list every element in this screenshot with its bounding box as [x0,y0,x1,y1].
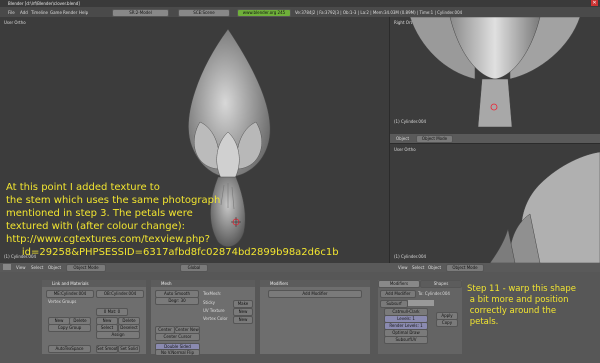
modifier-toggle-icons[interactable] [408,300,434,306]
flower-side-model [409,17,581,127]
uv-texture-label: UV Texture [203,308,225,313]
view-type-icon[interactable] [3,264,11,270]
mode-selector-2[interactable]: Object Mode [446,264,484,272]
right-view-header: Object Object Mode [390,134,600,143]
window-title: Blender [d:\lrf\Blender\clover.blend] [8,1,80,6]
select-menu[interactable]: Select [31,265,43,270]
subsurf-header[interactable]: Subsurf [380,300,408,308]
modifier-target-label: To: Cylinder.004 [418,291,450,296]
title-bar: Blender [d:\lrf\Blender\clover.blend] ✕ [0,0,600,7]
set-smooth-button[interactable]: Set Smooth [96,345,118,353]
center-cursor-button[interactable]: Center Cursor [155,333,200,341]
assign-button[interactable]: Assign [96,331,140,339]
mesh-name-field[interactable]: ME:Cylinder.004 [46,290,94,298]
add-modifier-button[interactable]: Add Modifier [268,290,362,298]
mesh-panel: Mesh Auto Smooth Degr: 30 TexMesh: Stick… [151,280,255,356]
buttons-window: Link and Materials ME:Cylinder.004 OB:Cy… [0,272,600,363]
object-menu[interactable]: Object [48,265,61,270]
menu-item-render[interactable]: Render [63,10,77,15]
add-modifier-dropdown[interactable]: Add Modifier [380,290,416,298]
menu-item-add[interactable]: Add [20,10,28,15]
menu-item-timeline[interactable]: Timeline [31,10,48,15]
view3d-header: View Select Object Object Mode Global Vi… [0,263,600,272]
material-index-field[interactable]: 0 Mat: 0 [96,308,128,316]
mode-selector[interactable]: Object Mode [66,264,106,272]
right-viewport[interactable]: Right Ortho (1) Cylinder.004 [390,17,600,134]
petal-closeup-model [489,151,600,263]
panel-title: Mesh [151,280,255,287]
subsurf-uv-toggle[interactable]: SubsurfUV [384,336,428,344]
mode-selector[interactable]: Object Mode [416,135,453,143]
panel-title: Link and Materials [42,280,146,287]
modifiers-panel: Modifiers Add Modifier [260,280,370,354]
autotexspace-button[interactable]: AutoTexSpace [48,345,91,353]
object-label: (1) Cylinder.004 [394,119,427,124]
texmesh-label: TexMesh: [203,291,222,296]
screen-selector[interactable]: SR:2-Model [112,9,169,17]
menu-item-file[interactable]: File [8,10,15,15]
sticky-make-button[interactable]: Make [233,300,253,308]
vertex-color-label: Vertex Color [203,316,228,321]
bottom-right-viewport[interactable]: User Ortho (1) Cylinder.004 [390,144,600,263]
copy-button[interactable]: Copy [436,319,458,327]
object-name-field[interactable]: OB:Cylinder.004 [96,290,144,298]
annotation-main: At this point I added texture to the ste… [6,182,339,258]
orientation-selector[interactable]: Global [180,264,208,272]
close-icon[interactable]: ✕ [591,0,598,6]
select-menu-2[interactable]: Select [412,265,424,270]
uv-new-button[interactable]: New [233,308,253,316]
no-vnormal-flip-toggle[interactable]: No V.Normal Flip [155,349,200,356]
vertex-groups-label: Vertex Groups [48,299,77,304]
view-menu[interactable]: View [16,265,26,270]
link-materials-panel: Link and Materials ME:Cylinder.004 OB:Cy… [42,280,146,354]
tab-modifiers[interactable]: Modifiers [378,280,420,288]
set-solid-button[interactable]: Set Solid [118,345,140,353]
menu-bar: File Add Timeline Game Render Help SR:2-… [0,7,600,17]
modifier-stack-panel: Modifiers Shapes Add Modifier To: Cylind… [378,280,462,354]
version-badge: www.blender.org 245 [237,9,291,17]
degr-field[interactable]: Degr: 30 [155,297,199,305]
view-label: User Ortho [4,20,26,25]
stats-readout: Ve:3784|2 | Fa:3792|3 | Ob:1-3 | La:2 | … [295,10,463,15]
sticky-label: Sticky [203,300,215,305]
view-menu-2[interactable]: View [398,265,408,270]
vcol-new-button[interactable]: New [233,316,253,324]
scene-selector[interactable]: SCE:Scene [178,9,230,17]
annotation-side: Step 11 - warp this shape a bit more and… [467,284,576,327]
panel-title: Modifiers [260,280,370,287]
menu-item-game[interactable]: Game [50,10,62,15]
tab-shapes[interactable]: Shapes [420,280,462,288]
object-menu[interactable]: Object [396,136,409,141]
object-menu-2[interactable]: Object [428,265,441,270]
main-viewport[interactable]: User Ortho (1) Cylinder.004 At this poin… [0,17,389,263]
menu-item-help[interactable]: Help [79,10,88,15]
object-label: (1) Cylinder.004 [394,254,427,259]
copy-group-button[interactable]: Copy Group [48,324,91,332]
